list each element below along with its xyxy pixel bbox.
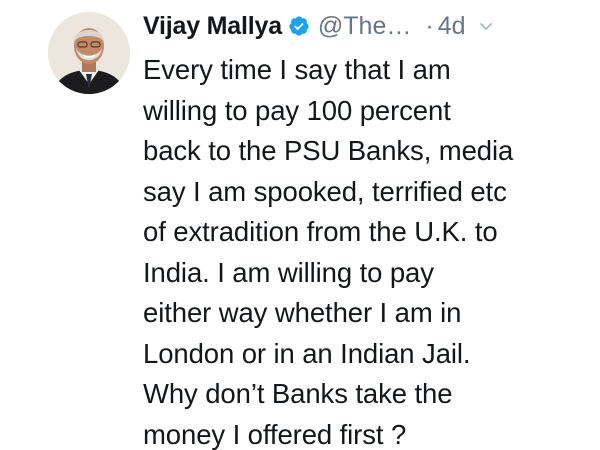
tweet-text-line: say I am spooked, terrified etc bbox=[143, 175, 507, 207]
tweet-text-line: willing to pay 100 percent bbox=[143, 94, 451, 126]
profile-photo-icon bbox=[48, 12, 130, 94]
tweet-text-line: either way whether I am in bbox=[143, 297, 462, 328]
tweet-text-line: of extradition from the U.K. to bbox=[143, 216, 498, 247]
author-handle[interactable]: @The… bbox=[318, 12, 411, 41]
verified-badge-icon bbox=[288, 15, 310, 37]
tweet-text-line: India. I am willing to pay bbox=[143, 256, 434, 288]
chevron-down-icon[interactable] bbox=[478, 18, 494, 34]
separator-dot: · bbox=[425, 11, 434, 40]
tweet-text-line: back to the PSU Banks, media bbox=[143, 135, 514, 166]
tweet-text: Every time I say that I am willing to pa… bbox=[143, 50, 583, 450]
tweet-text-line: money I offered first ? bbox=[143, 418, 407, 450]
tweet[interactable]: Vijay Mallya @The… · 4d Every time I say… bbox=[0, 0, 600, 450]
tweet-text-line: London or in an Indian Jail. bbox=[143, 337, 471, 369]
tweet-content: Vijay Mallya @The… · 4d Every time I say… bbox=[143, 6, 583, 450]
tweet-text-line: Why don’t Banks take the bbox=[143, 378, 453, 409]
author-display-name[interactable]: Vijay Mallya bbox=[143, 12, 282, 41]
tweet-timestamp[interactable]: 4d bbox=[438, 12, 466, 41]
avatar[interactable] bbox=[48, 12, 130, 94]
tweet-text-line: Every time I say that I am bbox=[143, 54, 451, 85]
tweet-header: Vijay Mallya @The… · 4d bbox=[143, 6, 583, 46]
